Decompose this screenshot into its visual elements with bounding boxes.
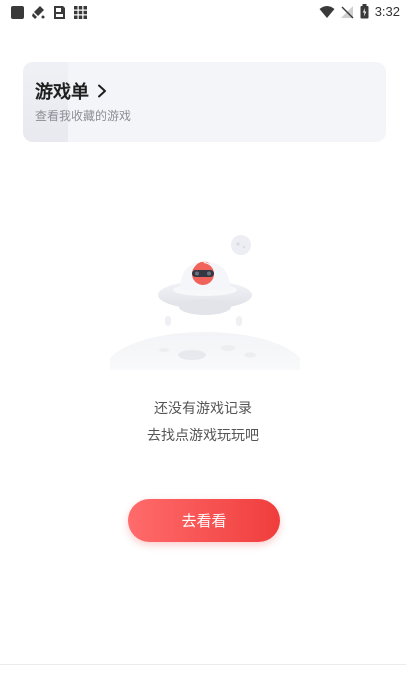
status-right-icons: 3:32 [319, 4, 400, 19]
empty-state-message: 还没有游戏记录 [154, 401, 252, 417]
card-subtitle: 查看我收藏的游戏 [35, 109, 132, 123]
empty-state-hint: 去找点游戏玩玩吧 [147, 428, 259, 444]
wifi-icon [319, 5, 335, 18]
broom-icon [32, 6, 45, 19]
grid-icon [74, 6, 87, 19]
status-time: 3:32 [374, 4, 400, 19]
square-icon [11, 6, 24, 19]
bottom-divider [0, 664, 406, 665]
battery-icon [360, 4, 369, 19]
chevron-right-icon [98, 84, 106, 98]
status-left-icons [10, 5, 88, 20]
ufo-illustration [110, 235, 300, 370]
no-signal-icon [340, 5, 354, 18]
card-title-row: 游戏单 [35, 78, 107, 104]
go-look-button[interactable]: 去看看 [128, 499, 280, 542]
status-bar: 3:32 [0, 0, 406, 26]
card-title: 游戏单 [35, 82, 89, 103]
sd-card-icon [54, 6, 65, 19]
game-list-card[interactable]: 游戏单 查看我收藏的游戏 [23, 62, 386, 142]
